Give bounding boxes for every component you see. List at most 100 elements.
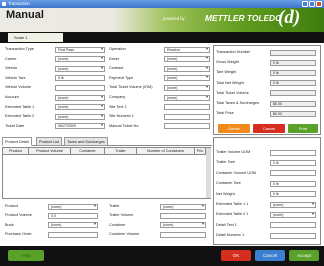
dropdown-field[interactable]: (none) [164,65,210,72]
text-field[interactable]: 0 lb [270,59,316,66]
grid-header-product-volume[interactable]: Product Volume [29,148,71,155]
powered-by-text: powered by [163,16,185,21]
print-button[interactable]: Print [288,124,318,133]
field-label: Site Text 1 [109,104,127,109]
text-field[interactable] [55,84,105,91]
text-field[interactable]: 0 lb [270,80,316,87]
field-label: Detail Text 1 [216,222,237,227]
accept-label: Accept [296,253,312,258]
dropdown-field[interactable]: (none) [55,56,105,63]
dropdown-field[interactable]: (none) [55,104,105,111]
text-field[interactable] [160,231,206,238]
field-label: Gross Weight [216,60,239,65]
detail-tabs: Product Detail Product List Taxes and Su… [2,137,212,146]
field-label: Detail Numeric 1 [216,233,245,238]
text-field[interactable]: 0 lb [270,69,316,76]
dropdown-field[interactable]: (none) [160,203,206,210]
field-label: Product Volume [5,213,32,218]
text-field[interactable] [160,212,206,219]
field-label: Carrier [5,56,17,61]
field-label: Container Volume UOM [216,170,257,175]
dropdown-field[interactable]: First Pass [55,46,105,53]
field-label: Site Numeric 1 [109,114,134,119]
text-field[interactable]: 0 lb [55,75,105,82]
grid-header-number-of-containers[interactable]: Number of Containers [137,148,195,155]
field-label: Container Volume [109,232,140,237]
cancel-transaction-button[interactable]: Cancel [253,124,285,133]
minimize-button[interactable] [302,1,308,7]
dropdown-field[interactable]: Receive [164,46,210,53]
field-label: Operation [109,47,126,51]
field-label: Transaction Number [216,50,251,54]
footer-cancel-label: Cancel [262,253,278,258]
dropdown-field[interactable]: (none) [164,56,210,63]
grid-header-price[interactable]: Pric [195,148,206,155]
field-label: Container Tare [216,181,241,186]
dropdown-field[interactable]: (none) [164,84,210,91]
ok-button[interactable]: OK [221,250,251,261]
field-label: Trailer Volume [109,213,134,218]
field-label: Transaction Type [5,47,34,51]
maximize-button[interactable] [309,1,315,7]
text-field[interactable] [270,232,316,239]
footer-cancel-button[interactable]: Cancel [255,250,285,261]
field-label: Vehicle Tare [5,75,26,80]
text-field[interactable] [164,123,210,130]
text-field[interactable] [48,231,98,238]
close-button[interactable] [316,1,322,7]
text-field[interactable]: 0 lb [270,159,316,166]
cancel-label: Cancel [262,126,276,131]
text-field[interactable]: 0 lb [270,180,316,187]
field-label: Company [109,95,126,99]
text-field[interactable]: 0 lb [270,191,316,198]
tab-product-detail[interactable]: Product Detail [2,137,32,146]
page-title: Manual [6,9,44,21]
tab-product-list[interactable]: Product List [36,137,63,146]
tab-scale-1[interactable]: Scale 1 [8,33,63,42]
app-icon [2,2,6,6]
dropdown-field[interactable]: (none) [270,201,316,208]
brand-logo: (d) [278,7,301,28]
field-label: Contract [109,66,124,71]
text-field[interactable] [270,149,316,156]
text-field[interactable] [270,170,316,177]
grid-header-trailer[interactable]: Trailer [105,148,137,155]
text-field[interactable]: $0.00 [270,100,316,107]
delete-button[interactable]: Delete [218,124,250,133]
dropdown-field[interactable]: (none) [48,222,98,229]
field-label: Container [109,222,126,227]
dropdown-field[interactable]: 06/27/2009 [55,123,105,130]
field-label: Account [5,95,19,99]
field-label: Total Net Weight [216,80,244,85]
field-label: Driver [109,56,120,61]
field-label: Total Price [216,111,234,116]
field-label: Purchase Order [5,232,32,237]
help-button[interactable]: Help [8,250,44,261]
dropdown-field[interactable]: (none) [164,75,210,82]
dropdown-field[interactable]: (none) [55,65,105,72]
tab-taxes-surcharges[interactable]: Taxes and Surcharges [64,137,108,146]
grid-scrollbar[interactable] [206,148,211,198]
product-grid[interactable]: Product Product Volume Container Trailer… [2,147,211,199]
field-label: Extended Table 2 [5,114,35,119]
text-field[interactable] [164,104,210,111]
accept-button[interactable]: Accept [289,250,319,261]
dropdown-field[interactable]: (none) [55,113,105,120]
field-label: Total Ticket Volume (IOM) [109,85,153,90]
dropdown-field[interactable]: (none) [270,211,316,218]
delete-label: Delete [228,126,240,131]
text-field[interactable]: $0.00 [270,110,316,117]
grid-header-product[interactable]: Product [3,148,29,155]
field-label: Vehicle [5,66,18,71]
text-field[interactable] [270,49,316,56]
ok-label: OK [232,253,240,258]
text-field[interactable] [164,113,210,120]
dropdown-field[interactable]: (none) [55,94,105,101]
dropdown-field[interactable]: (none) [160,222,206,229]
dropdown-field[interactable]: (none) [164,94,210,101]
grid-header-container[interactable]: Container [71,148,105,155]
text-field[interactable] [270,90,316,97]
text-field[interactable] [270,222,316,229]
dropdown-field[interactable]: (none) [48,203,98,210]
text-field[interactable]: 0.0 [48,212,98,219]
